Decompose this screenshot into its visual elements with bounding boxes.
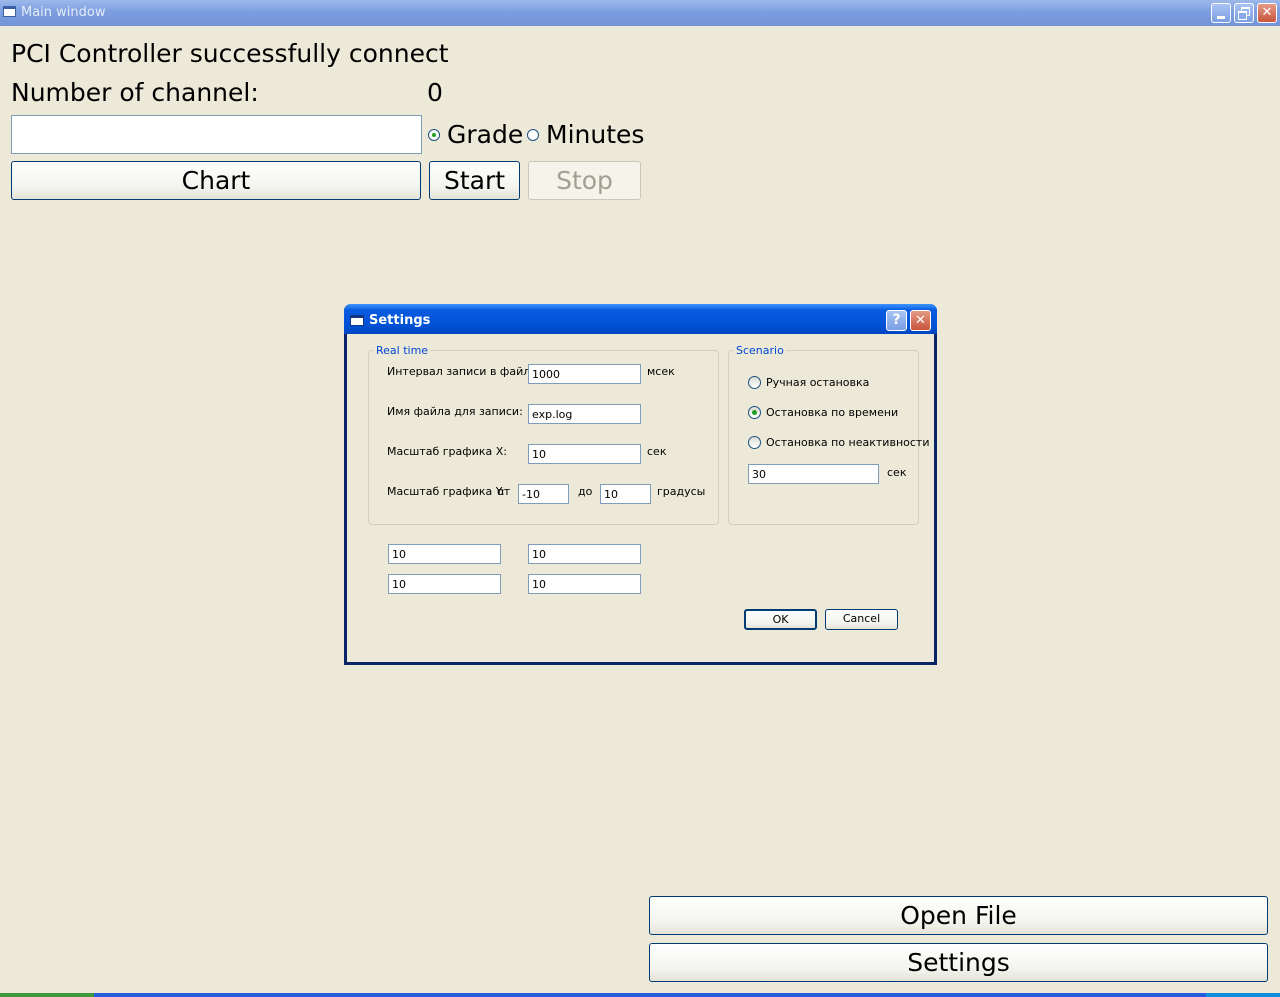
scale-y-to-input[interactable]: 10 xyxy=(600,484,651,504)
filename-input[interactable]: exp.log xyxy=(528,404,641,424)
scale-x-label: Масштаб графика X: xyxy=(387,445,507,458)
interval-unit: мсек xyxy=(647,365,675,378)
cancel-button[interactable]: Cancel xyxy=(825,609,898,630)
scenario-time-unit: сек xyxy=(887,466,907,479)
realtime-group-title: Real time xyxy=(374,344,431,357)
taskbar xyxy=(0,993,1280,997)
scale-y-to-label: до xyxy=(578,485,593,498)
radio-minutes[interactable] xyxy=(527,129,539,141)
radio-manual-stop-label[interactable]: Ручная остановка xyxy=(766,376,869,389)
main-window-titlebar[interactable] xyxy=(0,0,1280,26)
restore-glyph-front xyxy=(1238,11,1247,20)
extra-field-2[interactable]: 10 xyxy=(528,544,641,564)
extra-field-3[interactable]: 10 xyxy=(388,574,501,594)
restore-icon[interactable] xyxy=(1234,3,1254,23)
scale-y-label: Масштаб графика Y: xyxy=(387,485,505,498)
radio-grade[interactable] xyxy=(428,129,440,141)
connection-status-text: PCI Controller successfully connect xyxy=(11,39,449,68)
settings-dialog-titlebar[interactable] xyxy=(344,304,937,334)
settings-button[interactable]: Settings xyxy=(649,943,1268,982)
filename-label: Имя файла для записи: xyxy=(387,405,523,418)
scale-y-from-input[interactable]: -10 xyxy=(518,484,569,504)
minimize-icon[interactable] xyxy=(1211,3,1231,23)
channel-count-value: 0 xyxy=(427,78,443,107)
close-icon[interactable]: ✕ xyxy=(1257,3,1277,23)
system-tray-edge xyxy=(1206,993,1280,997)
extra-field-4[interactable]: 10 xyxy=(528,574,641,594)
scenario-group-title: Scenario xyxy=(734,344,786,357)
radio-minutes-label[interactable]: Minutes xyxy=(546,120,644,149)
radio-inactivity-stop[interactable] xyxy=(748,436,761,449)
chart-button[interactable]: Chart xyxy=(11,161,421,200)
open-file-button[interactable]: Open File xyxy=(649,896,1268,935)
dialog-close-icon[interactable]: ✕ xyxy=(910,310,931,331)
start-button[interactable]: Start xyxy=(429,161,520,200)
scale-y-from-label: от xyxy=(497,485,511,498)
stop-button: Stop xyxy=(528,161,641,200)
main-input-field[interactable] xyxy=(11,115,422,154)
radio-grade-label[interactable]: Grade xyxy=(447,120,523,149)
interval-label: Интервал записи в файл: xyxy=(387,365,534,378)
scenario-time-input[interactable]: 30 xyxy=(748,464,879,484)
dialog-window-icon xyxy=(350,315,364,326)
scale-x-unit: сек xyxy=(647,445,667,458)
interval-input[interactable]: 1000 xyxy=(528,364,641,384)
channel-count-label: Number of channel: xyxy=(11,78,259,107)
radio-manual-stop[interactable] xyxy=(748,376,761,389)
radio-time-stop-label[interactable]: Остановка по времени xyxy=(766,406,898,419)
scale-x-input[interactable]: 10 xyxy=(528,444,641,464)
app-window-icon xyxy=(3,6,16,17)
radio-inactivity-stop-label[interactable]: Остановка по неактивности xyxy=(766,436,929,449)
ok-button[interactable]: OK xyxy=(744,609,817,630)
start-button-edge[interactable] xyxy=(0,993,94,997)
radio-time-stop[interactable] xyxy=(748,406,761,419)
scale-y-unit: градусы xyxy=(657,485,706,498)
help-icon[interactable]: ? xyxy=(886,310,907,331)
minimize-glyph xyxy=(1217,16,1225,19)
settings-dialog-title: Settings xyxy=(369,313,431,328)
main-window-title: Main window xyxy=(21,5,106,20)
extra-field-1[interactable]: 10 xyxy=(388,544,501,564)
